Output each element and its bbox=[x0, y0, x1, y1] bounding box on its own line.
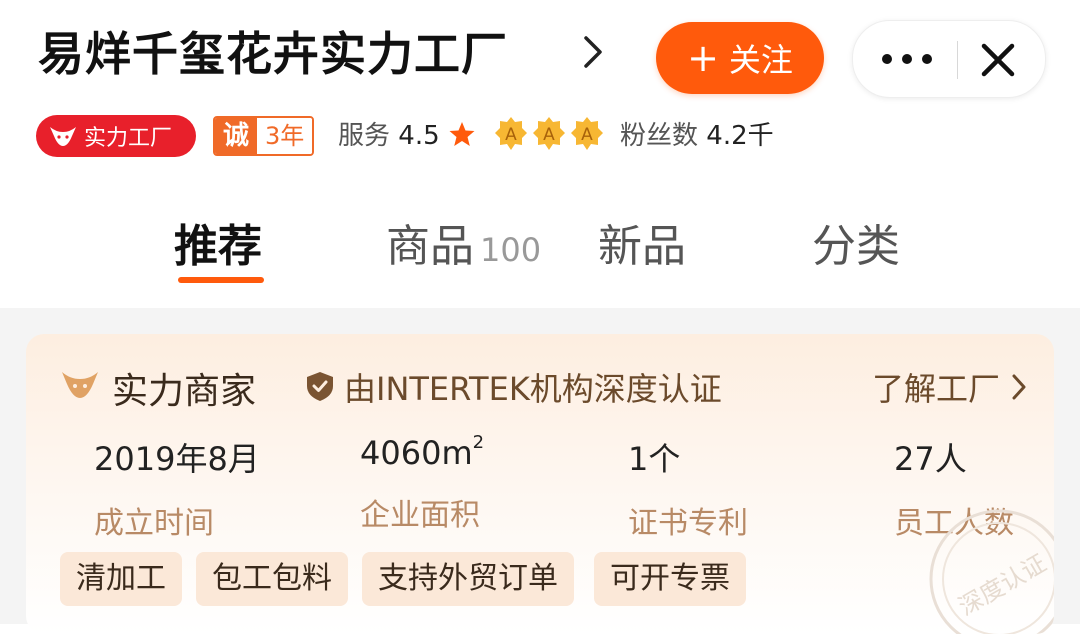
stat-patents: 1个 证书专利 bbox=[628, 434, 888, 542]
service-value: 4.5 bbox=[398, 121, 440, 151]
merchant-title: 实力商家 bbox=[112, 371, 257, 412]
star-icon bbox=[449, 122, 475, 146]
certification-text: 由INTERTEK机构深度认证 bbox=[344, 370, 722, 408]
service-tag: 可开专票 bbox=[594, 552, 746, 606]
tab-new[interactable]: 新品 bbox=[598, 210, 686, 274]
fans-label: 粉丝数 bbox=[620, 121, 699, 151]
chevron-right-icon bbox=[1012, 374, 1026, 400]
close-icon[interactable] bbox=[979, 41, 1017, 79]
stat-value: 27人 bbox=[894, 440, 967, 478]
factory-badge-label: 实力工厂 bbox=[84, 126, 173, 151]
shop-name[interactable]: 易烊千玺花卉实力工厂 bbox=[38, 18, 508, 84]
learn-factory-link[interactable]: 了解工厂 bbox=[872, 364, 1028, 410]
follow-label: 关注 bbox=[728, 41, 793, 79]
more-icon[interactable] bbox=[879, 43, 935, 75]
merchant-card: 实力商家 由INTERTEK机构深度认证 了解工厂 2019年8月 成立时间 4… bbox=[26, 334, 1054, 634]
stat-label: 企业面积 bbox=[360, 498, 480, 533]
tab-label: 新品 bbox=[598, 221, 686, 272]
certification-stamp: 深度认证 bbox=[929, 509, 1054, 634]
stamp-text: 深度认证 bbox=[954, 549, 1051, 621]
bull-icon bbox=[62, 372, 98, 398]
tab-products[interactable]: 商品 100 bbox=[386, 210, 541, 274]
aaa-badge-icon: A bbox=[533, 117, 565, 150]
shop-header: 易烊千玺花卉实力工厂 + 关注 bbox=[0, 0, 1080, 110]
factory-badge[interactable]: 实力工厂 bbox=[36, 115, 196, 157]
cheng-years-badge[interactable]: 诚 3年 bbox=[213, 116, 315, 156]
service-label: 服务 bbox=[338, 121, 391, 151]
chevron-right-icon[interactable] bbox=[578, 32, 608, 72]
service-tag: 支持外贸订单 bbox=[362, 552, 574, 606]
stat-area: 4060m2 企业面积 bbox=[360, 432, 620, 534]
tab-label: 分类 bbox=[812, 221, 900, 272]
stat-value: 1个 bbox=[628, 440, 681, 478]
aaa-badge-icon: A bbox=[495, 117, 527, 150]
stat-value: 4060m bbox=[360, 434, 473, 472]
fans-count: 粉丝数 4.2千 bbox=[620, 116, 774, 156]
years-label: 3年 bbox=[257, 118, 313, 154]
tab-category[interactable]: 分类 bbox=[812, 210, 900, 274]
active-tab-indicator bbox=[178, 277, 264, 283]
service-tag: 清加工 bbox=[60, 552, 182, 606]
stat-value: 2019年8月 bbox=[94, 440, 260, 478]
plus-icon: + bbox=[687, 36, 719, 80]
stat-label: 成立时间 bbox=[94, 506, 214, 541]
service-tag: 包工包料 bbox=[196, 552, 348, 606]
tab-label: 推荐 bbox=[174, 221, 262, 272]
learn-factory-label: 了解工厂 bbox=[871, 370, 1000, 408]
capsule-menu bbox=[852, 20, 1046, 98]
tab-recommend[interactable]: 推荐 bbox=[174, 210, 262, 274]
follow-button[interactable]: + 关注 bbox=[656, 22, 824, 94]
tab-label: 商品 bbox=[386, 221, 474, 272]
capsule-divider bbox=[957, 41, 958, 79]
aaa-badge-icon: A bbox=[571, 117, 603, 150]
stat-founded: 2019年8月 成立时间 bbox=[94, 434, 354, 542]
fans-value: 4.2千 bbox=[706, 121, 774, 151]
tab-count: 100 bbox=[480, 231, 542, 269]
aaa-letter-1: A bbox=[505, 125, 517, 145]
bull-icon bbox=[50, 127, 76, 146]
shield-check-icon bbox=[307, 372, 333, 401]
stat-value-area: 4060m2 bbox=[360, 432, 620, 472]
service-score: 服务 4.5 bbox=[338, 116, 440, 156]
cheng-mark: 诚 bbox=[215, 118, 257, 154]
stat-unit-superscript: 2 bbox=[472, 432, 485, 453]
stat-label: 证书专利 bbox=[628, 506, 748, 541]
aaa-letter-3: A bbox=[581, 125, 593, 145]
aaa-letter-2: A bbox=[543, 125, 555, 145]
